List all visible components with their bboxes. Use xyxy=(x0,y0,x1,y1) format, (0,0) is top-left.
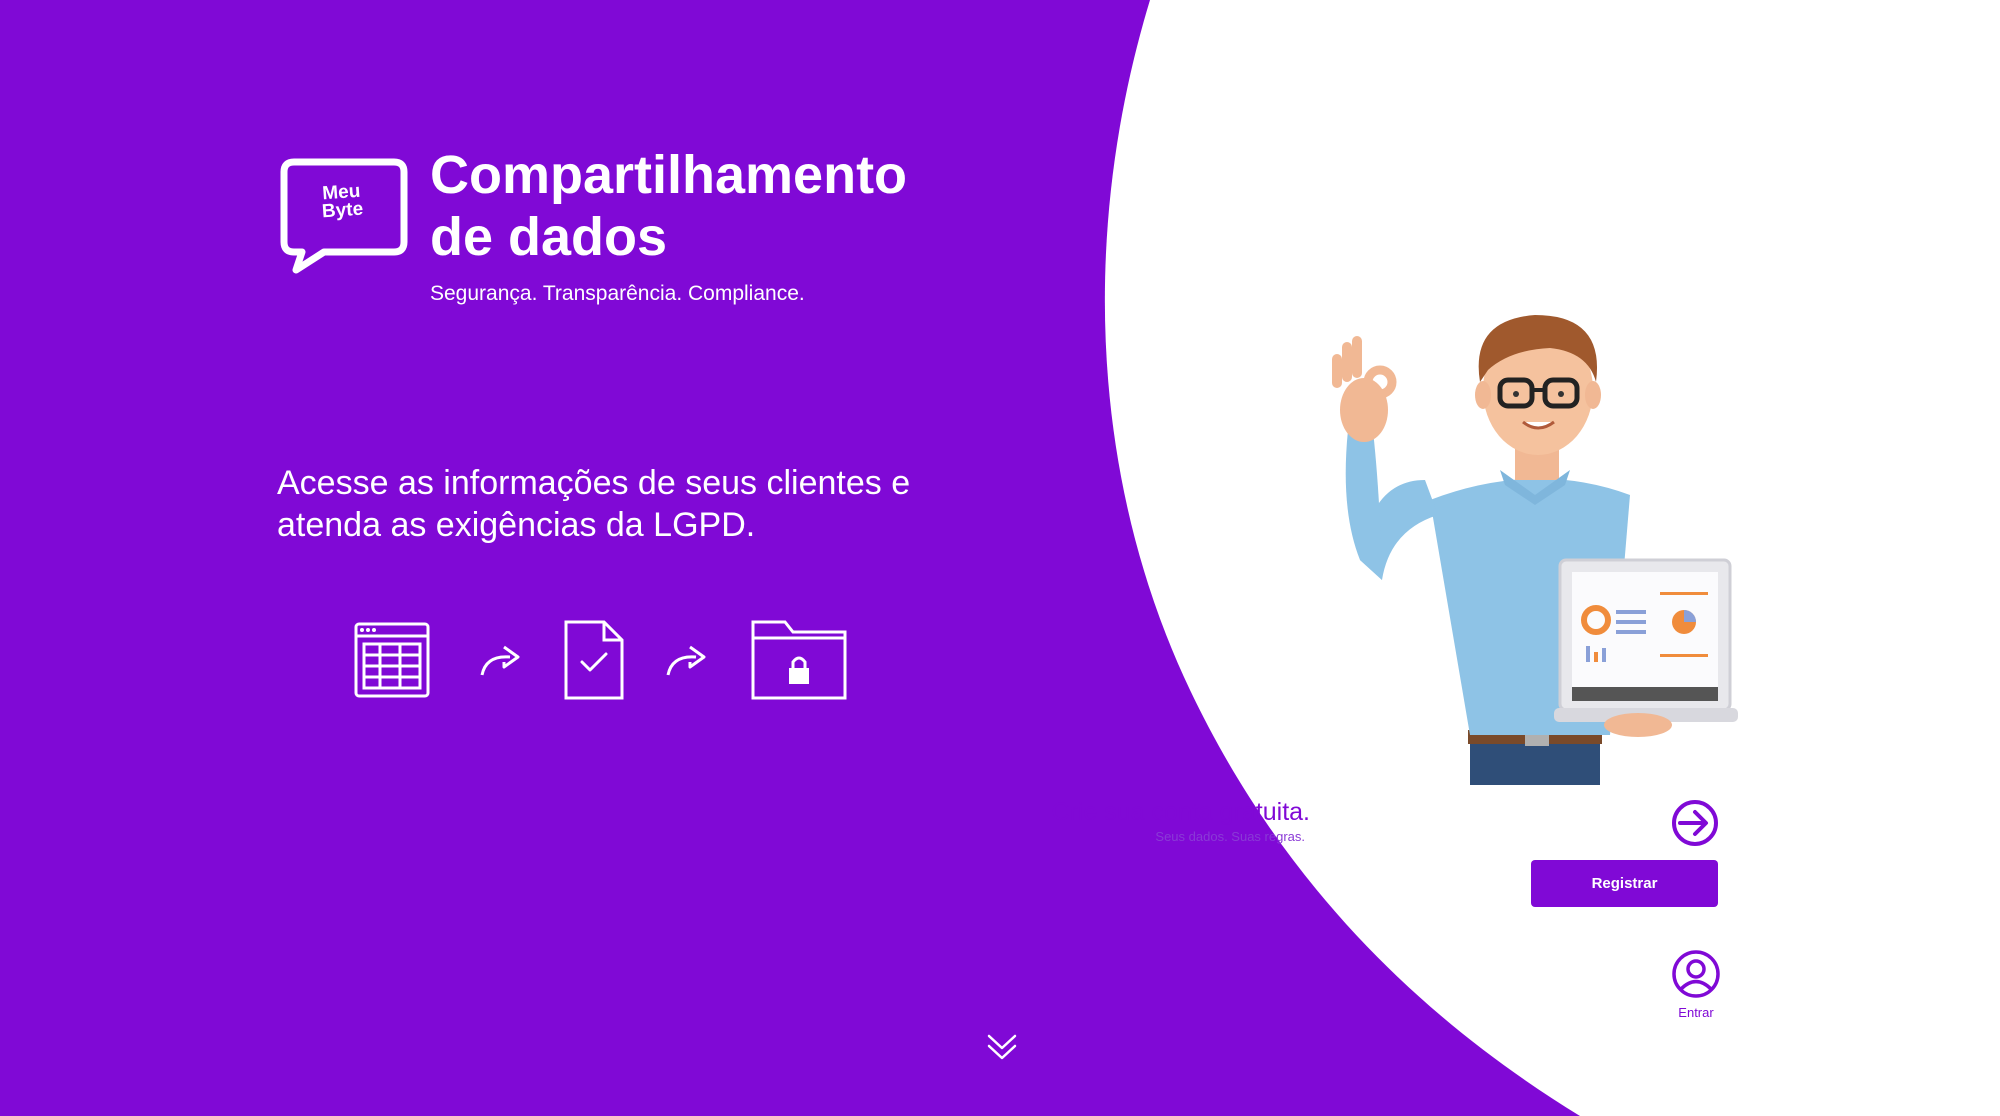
page-subtitle: Segurança. Transparência. Compliance. xyxy=(430,282,805,305)
title-line-2: de dados xyxy=(430,207,668,267)
lead-line-2: atenda as exigências da LGPD. xyxy=(277,506,756,544)
login-label: Entrar xyxy=(1678,1005,1714,1020)
person-illustration xyxy=(1332,315,1738,785)
arrow-right-circle-icon[interactable] xyxy=(1670,798,1720,848)
locked-folder-icon xyxy=(751,620,847,700)
user-circle-icon xyxy=(1672,950,1720,998)
meubyte-logo[interactable]: Meu Byte xyxy=(280,158,408,274)
spreadsheet-icon xyxy=(354,622,430,698)
curved-arrow-icon xyxy=(480,645,520,676)
lead-line-1: Acesse as informações de seus clientes e xyxy=(277,464,911,502)
signup-tagline: Seus dados. Suas regras. xyxy=(1155,829,1305,844)
page-title: Compartilhamento de dados xyxy=(430,144,1030,268)
title-line-1: Compartilhamento xyxy=(430,145,908,205)
login-button[interactable]: Entrar xyxy=(1664,948,1728,1020)
double-chevron-down-icon[interactable] xyxy=(985,1030,1019,1064)
register-button[interactable]: Registrar xyxy=(1531,860,1718,907)
lead-text: Acesse as informações de seus clientes e… xyxy=(277,462,1037,546)
document-check-icon xyxy=(564,620,624,700)
signup-headline: Crie sua conta gratuita. xyxy=(1051,798,1310,826)
curved-arrow-icon xyxy=(666,645,706,676)
